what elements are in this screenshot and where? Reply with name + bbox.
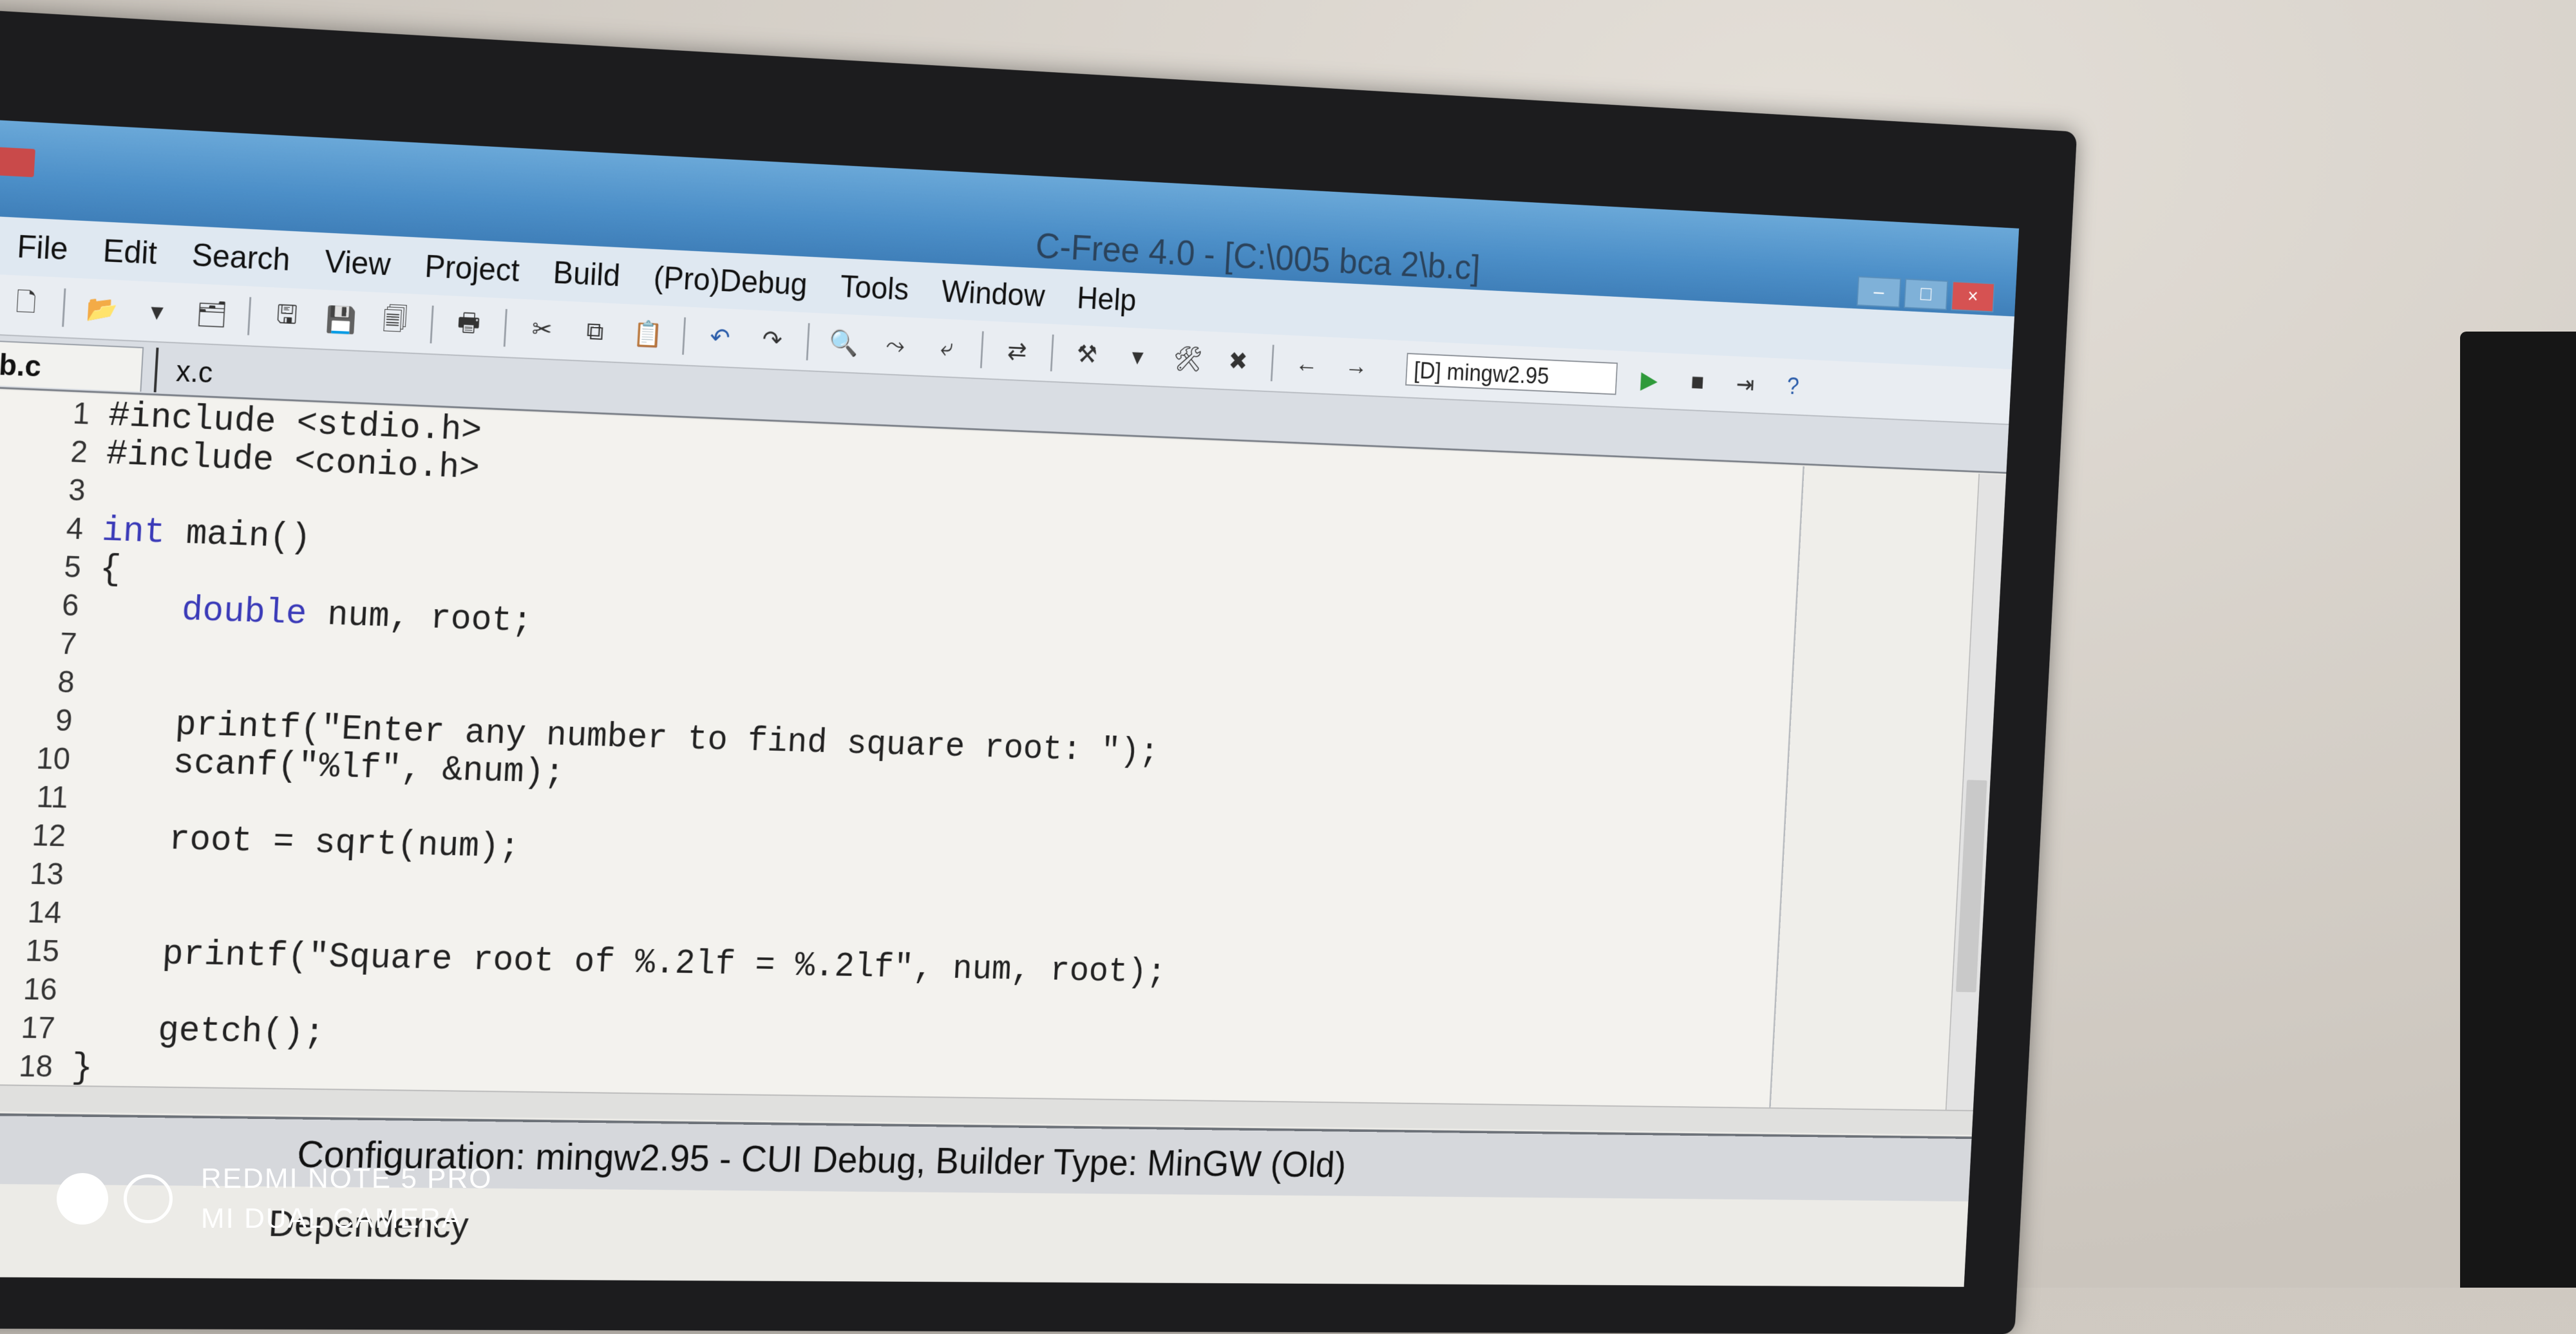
menu-search[interactable]: Search [191,236,292,278]
dropdown-arrow-icon[interactable]: ▾ [138,294,176,329]
code-line: 8 [57,665,76,700]
tab-x-c[interactable]: x.c [153,347,332,400]
menu-file[interactable]: File [16,228,69,267]
watermark-line-2: MI DUAL CAMERA [201,1203,462,1234]
find-icon[interactable]: 🔍 [826,326,862,360]
code-line: 15 printf("Square root of %.2lf = %.2lf"… [24,932,1168,992]
back-icon[interactable]: ← [1289,348,1324,380]
code-line: 5{ [63,548,122,590]
paste-icon[interactable]: 📋 [630,317,667,351]
copy-icon[interactable]: ⧉ [577,315,614,349]
code-line: 11 [35,780,70,815]
watermark-text: REDMI NOTE 5 PRO MI DUAL CAMERA [201,1159,493,1239]
toolbar-separator [682,317,687,355]
open-project-icon[interactable]: 🗂 [193,297,231,332]
save-icon[interactable]: 💾 [322,303,359,337]
toolbar-separator [62,288,66,327]
menu-window[interactable]: Window [940,273,1045,314]
step-icon[interactable]: ⇥ [1728,368,1761,400]
open-folder-icon[interactable]: 📂 [83,292,121,326]
help-icon[interactable]: ? [1776,370,1809,402]
scrollbar-thumb[interactable] [1956,780,1987,993]
watermark-ring-icon [124,1174,173,1223]
save-as-icon[interactable]: 🖫 [268,300,305,335]
stop-build-icon[interactable]: ✖ [1221,344,1256,377]
toolbar-separator [1270,344,1274,381]
menu-edit[interactable]: Edit [102,232,158,271]
menu-help[interactable]: Help [1076,280,1137,319]
find-next-icon[interactable]: ⤳ [878,328,913,362]
print-icon[interactable]: 🖶 [450,308,488,343]
toolbar-separator [980,330,984,368]
save-all-icon[interactable]: 🗐 [376,305,413,339]
new-file-icon[interactable]: 🗋 [6,288,45,323]
toolbar-separator [1050,334,1054,371]
maximize-icon[interactable]: □ [1904,278,1949,310]
menu-build[interactable]: Build [553,254,621,294]
cut-icon[interactable]: ✂ [524,312,560,346]
dropdown-arrow-icon[interactable]: ▾ [1120,340,1155,373]
find-previous-icon[interactable]: ⤶ [929,331,965,364]
camera-watermark: REDMI NOTE 5 PRO MI DUAL CAMERA [57,1159,493,1239]
undo-icon[interactable]: ↶ [702,321,738,355]
code-line: 7 [59,626,78,662]
menu-debug[interactable]: (Pro)Debug [652,259,808,303]
forward-icon[interactable]: → [1339,350,1373,383]
app-icon[interactable] [0,146,35,178]
menu-project[interactable]: Project [424,248,520,289]
screen: C-Free 4.0 - [C:\005 bca 2\b.c] – □ × Fi… [0,119,2020,1287]
code-line: 17 getch(); [20,1008,326,1053]
code-line: 18} [18,1047,94,1089]
build-icon[interactable]: 🛠 [1171,343,1206,376]
toolbar-separator [430,305,434,343]
code-line: 16 [22,972,59,1007]
code-line: 14 [26,895,62,930]
replace-icon[interactable]: ⇄ [999,334,1035,368]
menu-view[interactable]: View [324,243,392,283]
monitor-bezel: C-Free 4.0 - [C:\005 bca 2\b.c] – □ × Fi… [0,6,2078,1334]
redo-icon[interactable]: ↷ [754,323,790,357]
stop-icon[interactable]: ■ [1681,366,1714,398]
compile-icon[interactable]: ⚒ [1070,337,1105,371]
minimize-icon[interactable]: – [1856,276,1902,308]
toolbar-separator [806,323,810,361]
watermark-line-1: REDMI NOTE 5 PRO [201,1163,493,1194]
menu-tools[interactable]: Tools [839,268,909,308]
second-monitor [2460,332,2576,1288]
toolbar-separator [503,308,507,347]
compiler-select[interactable]: [D] mingw2.95 [1405,352,1618,395]
toolbar-separator [247,296,252,335]
watermark-dot-icon [57,1173,108,1225]
run-icon[interactable]: ▶ [1633,364,1666,396]
code-line: 3 [68,473,87,508]
window-controls: – □ × [1856,276,1995,313]
tab-b-c[interactable]: b.c [0,339,144,392]
code-editor[interactable]: 1 #include <stdio.h> 2 #include <conio.h> … [0,388,1803,1108]
code-line: 13 [29,856,65,892]
close-icon[interactable]: × [1951,281,1995,313]
